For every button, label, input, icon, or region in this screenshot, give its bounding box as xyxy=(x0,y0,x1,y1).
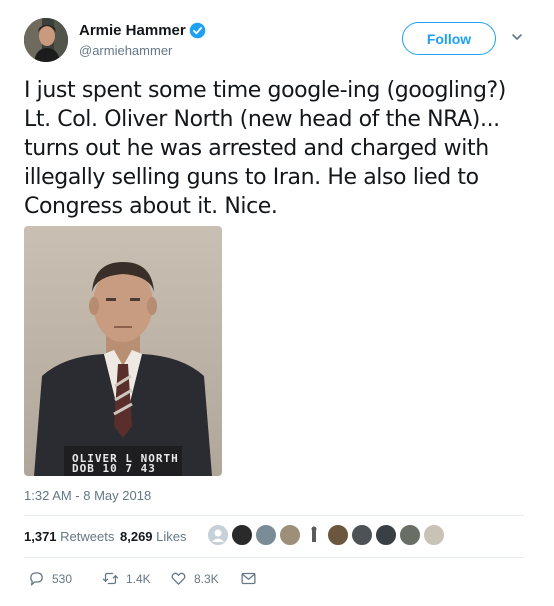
tweet-photo[interactable]: OLIVER L NORTH DOB 10 7 43 xyxy=(24,226,222,476)
tweet-actions: 530 1.4K 8.3K xyxy=(24,570,424,590)
likes-count: 8,269 xyxy=(120,529,153,544)
avatar[interactable] xyxy=(24,18,68,62)
likes-label: Likes xyxy=(156,529,187,544)
tweet-stats: 1,371 Retweets 8,269 Likes xyxy=(24,521,524,551)
retweets-stat[interactable]: 1,371 Retweets xyxy=(24,529,114,544)
direct-message-button[interactable] xyxy=(240,570,264,587)
mugshot-image xyxy=(24,226,222,476)
reply-icon xyxy=(30,572,43,586)
photo-caption: OLIVER L NORTH DOB 10 7 43 xyxy=(72,453,179,475)
tweet-text: I just spent some time google-ing (googl… xyxy=(24,78,506,219)
divider xyxy=(24,515,524,516)
follow-button[interactable]: Follow xyxy=(402,22,496,55)
liker-avatar[interactable] xyxy=(278,523,302,547)
retweet-count: 1.4K xyxy=(126,571,151,586)
photo-caption-dob: DOB 10 7 43 xyxy=(72,462,156,475)
liker-avatar[interactable] xyxy=(398,523,422,547)
user-handle[interactable]: @armiehammer xyxy=(79,43,206,58)
reply-count: 530 xyxy=(52,571,73,586)
tweet-timestamp[interactable]: 1:32 AM - 8 May 2018 xyxy=(24,488,151,503)
liker-avatar[interactable] xyxy=(230,523,254,547)
divider xyxy=(24,557,524,558)
like-count: 8.3K xyxy=(194,571,219,586)
liker-avatar[interactable] xyxy=(422,523,446,547)
figure-icon xyxy=(311,526,317,542)
liker-avatar[interactable] xyxy=(206,523,230,547)
display-name[interactable]: Armie Hammer xyxy=(79,22,186,39)
envelope-icon xyxy=(241,572,256,585)
avatar-photo-icon xyxy=(24,18,68,62)
retweets-count: 1,371 xyxy=(24,529,57,544)
liker-avatar[interactable] xyxy=(350,523,374,547)
retweet-icon xyxy=(102,572,119,585)
heart-icon xyxy=(171,572,186,585)
liker-avatar[interactable] xyxy=(326,523,350,547)
liker-avatar[interactable] xyxy=(374,523,398,547)
likes-stat[interactable]: 8,269 Likes xyxy=(120,529,187,544)
chevron-down-icon[interactable] xyxy=(510,30,524,44)
like-button[interactable]: 8.3K xyxy=(170,570,219,587)
retweets-label: Retweets xyxy=(60,529,115,544)
user-names: Armie Hammer @armiehammer xyxy=(79,22,206,58)
tweet-header: Armie Hammer @armiehammer Follow xyxy=(24,18,534,66)
verified-badge-icon xyxy=(189,22,206,39)
liker-avatar[interactable] xyxy=(254,523,278,547)
liker-avatar[interactable] xyxy=(302,523,326,547)
retweet-button[interactable]: 1.4K xyxy=(102,570,151,587)
reply-button[interactable]: 530 xyxy=(28,570,72,587)
default-avatar-icon xyxy=(212,529,224,542)
